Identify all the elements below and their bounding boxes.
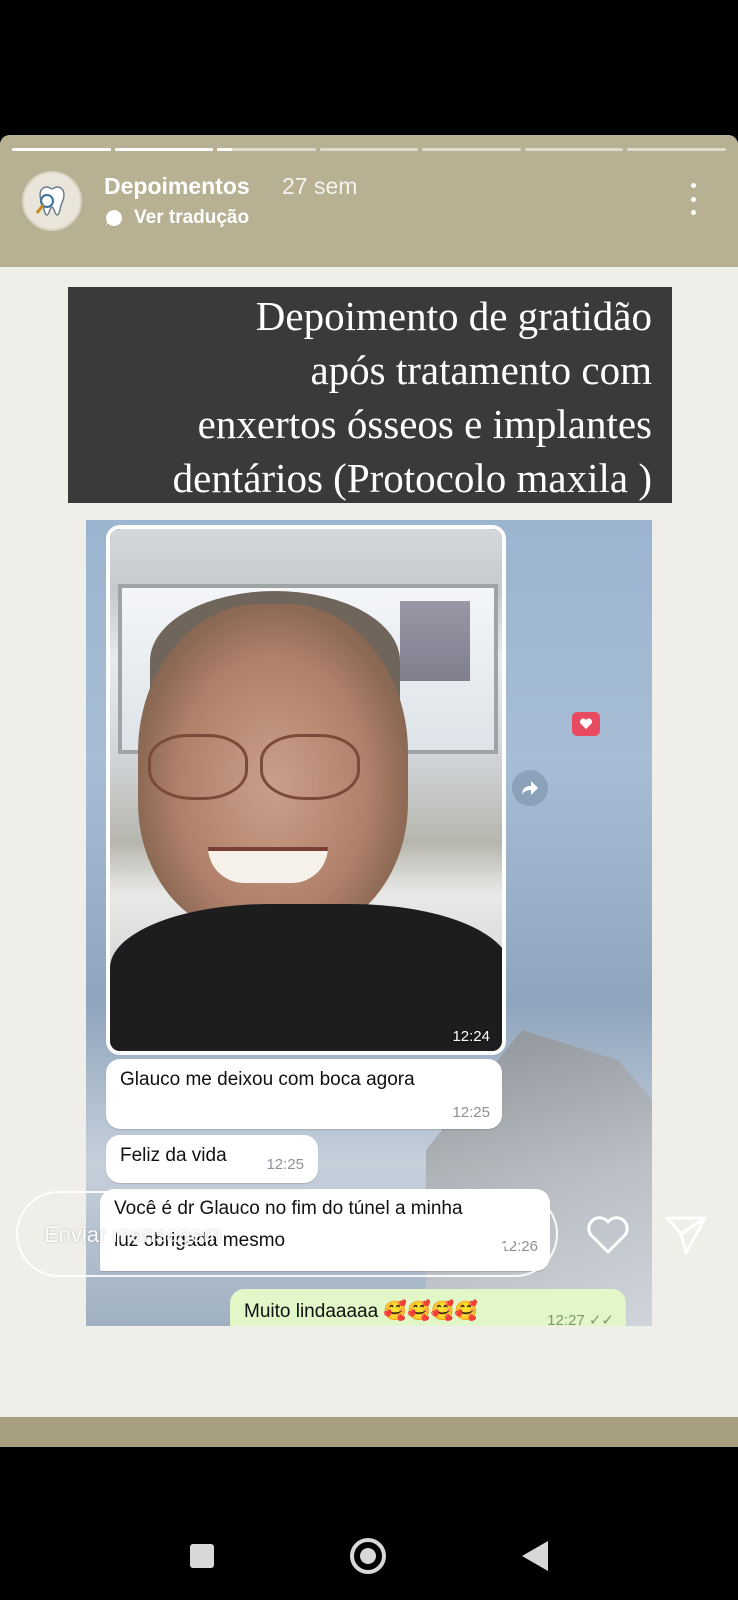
story-title-box: Depoimento de gratidão após tratamento c… (68, 287, 672, 503)
message-text: Muito lindaaaaa 🥰🥰🥰🥰 (244, 1301, 479, 1322)
progress-fill (12, 148, 111, 151)
progress-segment (627, 148, 727, 151)
progress-fill (114, 148, 214, 151)
progress-segment (524, 148, 624, 151)
story-title-line: após tratamento com (310, 347, 652, 393)
chat-message-sent: Muito lindaaaaa 🥰🥰🥰🥰 12:27 ✓✓ (230, 1289, 626, 1326)
reply-placeholder[interactable]: Enviar mensagem (44, 1222, 221, 1248)
progress-fill (217, 148, 232, 151)
message-text: Feliz da vida (120, 1145, 227, 1166)
chat-photo-message: 12:24 (106, 525, 506, 1055)
story-title-line: Depoimento de gratidão (255, 293, 652, 339)
story-progress-bar (12, 148, 727, 152)
microphone-icon[interactable] (484, 1215, 522, 1255)
message-time: 12:25 (452, 1104, 490, 1121)
story-header-background (0, 135, 738, 267)
photo-building (400, 601, 470, 681)
progress-segment (319, 148, 419, 151)
message-time: 12:25 (266, 1156, 304, 1173)
story-footer-background (0, 1417, 738, 1447)
progress-segment (114, 148, 214, 151)
account-name[interactable]: Depoimentos (104, 173, 250, 200)
progress-segment (422, 148, 521, 151)
translate-label: Ver tradução (134, 207, 250, 228)
story-time-ago: 27 sem (282, 173, 358, 199)
account-avatar[interactable] (22, 171, 82, 231)
story-title-line: dentários (Protocolo maxila ) (172, 455, 652, 501)
story-title-line: enxertos ósseos e implantes (197, 401, 652, 447)
forward-icon (512, 770, 548, 806)
chat-message: Glauco me deixou com boca agora 12:25 (106, 1059, 502, 1129)
translate-icon (106, 210, 122, 226)
recents-icon[interactable] (190, 1544, 214, 1568)
heart-icon[interactable] (585, 1215, 631, 1255)
heart-reaction-icon (572, 712, 600, 736)
photo-glasses (148, 734, 388, 804)
photo-smile (208, 847, 328, 883)
patient-photo (110, 529, 502, 1051)
message-time: 12:27 ✓✓ (547, 1312, 614, 1326)
system-navigation-bar (0, 1447, 738, 1600)
translate-link[interactable]: Ver tradução (104, 207, 249, 229)
more-vertical-icon[interactable] (676, 179, 710, 219)
back-icon[interactable] (522, 1541, 548, 1571)
progress-segment (217, 148, 316, 151)
photo-shirt (110, 904, 502, 1051)
progress-segment (12, 148, 111, 151)
send-icon[interactable] (664, 1214, 708, 1256)
message-text: Glauco me deixou com boca agora (120, 1069, 415, 1090)
home-icon[interactable] (350, 1538, 386, 1574)
tooth-logo-icon (35, 186, 65, 216)
chat-message: Feliz da vida 12:25 (106, 1135, 318, 1183)
photo-timestamp: 12:24 (452, 1028, 490, 1045)
